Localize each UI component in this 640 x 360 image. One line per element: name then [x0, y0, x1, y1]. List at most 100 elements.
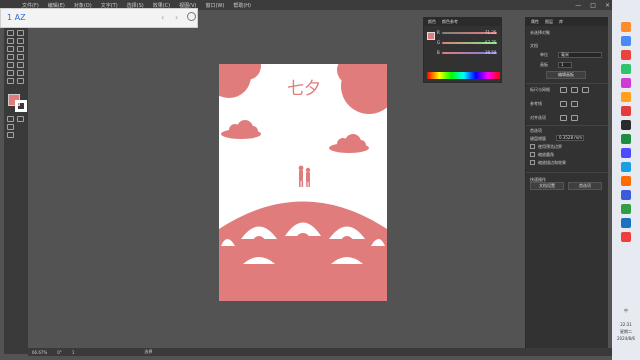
none-mode-icon[interactable] [17, 116, 24, 122]
divider [526, 83, 609, 84]
channel-b-label: B [437, 50, 440, 55]
eraser-tool-icon[interactable] [17, 62, 24, 68]
grid-icon[interactable] [571, 87, 578, 93]
snap-to-pixel-icon[interactable] [571, 115, 578, 121]
app-icon-4[interactable] [621, 64, 631, 74]
channel-r-value[interactable]: 71.25 [485, 30, 496, 35]
zoom-tool-icon[interactable] [17, 78, 24, 84]
artboard-canvas[interactable]: 七夕 [219, 64, 387, 301]
headline-text[interactable]: 七夕 [287, 74, 321, 99]
tab-color[interactable]: 颜色 [428, 19, 436, 25]
color-spectrum[interactable] [427, 72, 500, 79]
preferences-label: 首选项 [530, 128, 542, 133]
channel-g-value[interactable]: 67.75 [485, 40, 496, 45]
channel-r-label: R [437, 30, 440, 35]
units-label: 单位 [540, 52, 548, 57]
app-icon-9[interactable] [621, 134, 631, 144]
transparency-grid-icon[interactable] [582, 87, 589, 93]
cloud-right [329, 134, 369, 153]
app-icon-1[interactable] [621, 22, 631, 32]
rectangle-tool-icon[interactable] [7, 54, 14, 60]
keyboard-increment-input[interactable]: 0.3528 mm [556, 135, 584, 141]
edit-artboard-button[interactable]: 编辑画板 [546, 71, 586, 79]
align-options-label: 对齐选项 [530, 115, 546, 120]
tab-layers[interactable]: 图层 [545, 19, 553, 25]
couple-silhouette [298, 165, 311, 187]
app-icon-10[interactable] [621, 148, 631, 158]
rotation-value[interactable]: 0° [57, 350, 62, 355]
app-icon-15[interactable] [621, 218, 631, 228]
color-panel: 颜色 颜色参考 R 71.25 G 67.75 B 38.58 [423, 17, 502, 83]
input-language[interactable]: 中 [612, 308, 640, 314]
app-icon-3[interactable] [621, 50, 631, 60]
show-guides-icon[interactable] [560, 101, 567, 107]
tools-panel [4, 28, 28, 354]
pencil-tool-icon[interactable] [7, 62, 14, 68]
menu-help[interactable]: 帮助(H) [233, 2, 251, 9]
minimize-button[interactable]: — [575, 2, 581, 9]
maximize-button[interactable]: □ [590, 2, 596, 9]
scale-strokes-checkbox[interactable] [530, 160, 535, 165]
menu-window[interactable]: 窗口(W) [205, 2, 224, 9]
scale-tool-icon[interactable] [17, 70, 24, 76]
cloud-left [221, 120, 261, 139]
curvature-tool-icon[interactable] [17, 38, 24, 44]
illustrator-app-icon[interactable] [621, 176, 631, 186]
app-icon-13[interactable] [621, 190, 631, 200]
stroke-color-swatch[interactable] [15, 100, 27, 112]
clock-time[interactable]: 22:31 [612, 322, 640, 327]
divider [526, 172, 609, 173]
tab-properties[interactable]: 属性 [531, 19, 539, 25]
snap-to-point-icon[interactable] [560, 115, 567, 121]
screen-mode-icon[interactable] [7, 132, 14, 138]
channel-b-value[interactable]: 38.58 [485, 50, 496, 55]
window-controls: — □ × [575, 0, 610, 10]
pen-tool-icon[interactable] [7, 38, 14, 44]
type-tool-icon[interactable] [7, 46, 14, 52]
color-panel-tabs: 颜色 颜色参考 [424, 18, 501, 26]
preview-bounds-checkbox[interactable] [530, 144, 535, 149]
document-setup-button[interactable]: 文档设置 [530, 182, 564, 190]
draw-mode-icon[interactable] [7, 124, 14, 130]
ruler-icon[interactable] [560, 87, 567, 93]
artboard-number-input[interactable]: 1 [558, 62, 572, 68]
lock-guides-icon[interactable] [571, 101, 578, 107]
tab-az[interactable]: 1 AZ [7, 13, 26, 22]
zoom-level[interactable]: 66.67% [32, 350, 47, 355]
tab-color-guide[interactable]: 颜色参考 [442, 19, 458, 25]
app-icon-2[interactable] [621, 36, 631, 46]
app-icon-6[interactable] [621, 92, 631, 102]
settings-icon[interactable] [187, 12, 196, 21]
direct-selection-tool-icon[interactable] [17, 30, 24, 36]
clock-weekday: 星期二 [620, 329, 632, 334]
tab-libraries[interactable]: 库 [559, 19, 563, 25]
paintbrush-tool-icon[interactable] [17, 54, 24, 60]
scale-strokes-label: 缩放描边和效果 [538, 160, 566, 165]
system-taskbar: 中 22:31 星期二 2024/8/6 [612, 0, 640, 360]
color-mode-icon[interactable] [7, 116, 14, 122]
illustrator-window: 文件(F) 编辑(E) 对象(O) 文字(T) 选择(S) 效果(C) 视图(V… [0, 0, 640, 360]
app-icon-7[interactable] [621, 106, 631, 116]
selection-tool-icon[interactable] [7, 30, 14, 36]
preferences-button[interactable]: 首选项 [568, 182, 602, 190]
line-tool-icon[interactable] [17, 46, 24, 52]
scale-corners-checkbox[interactable] [530, 152, 535, 157]
current-color-swatch[interactable] [427, 32, 435, 40]
no-selection-label: 未选择对象 [530, 30, 550, 35]
app-icon-11[interactable] [621, 162, 631, 172]
eyedropper-tool-icon[interactable] [7, 78, 14, 84]
app-icon-14[interactable] [621, 204, 631, 214]
divider [526, 125, 609, 126]
units-select[interactable]: 毫米 [558, 52, 602, 58]
close-button[interactable]: × [605, 2, 610, 9]
page-number[interactable]: 1 [72, 350, 75, 355]
tab-window: 1 AZ ‹ › [0, 8, 198, 28]
app-icon-16[interactable] [621, 232, 631, 242]
tab-title: AZ [14, 13, 26, 22]
app-icon-5[interactable] [621, 78, 631, 88]
app-icon-8[interactable] [621, 120, 631, 130]
rotate-tool-icon[interactable] [7, 70, 14, 76]
back-button[interactable]: ‹ [161, 13, 164, 22]
forward-button[interactable]: › [175, 13, 178, 22]
document-label: 文档 [530, 43, 538, 48]
